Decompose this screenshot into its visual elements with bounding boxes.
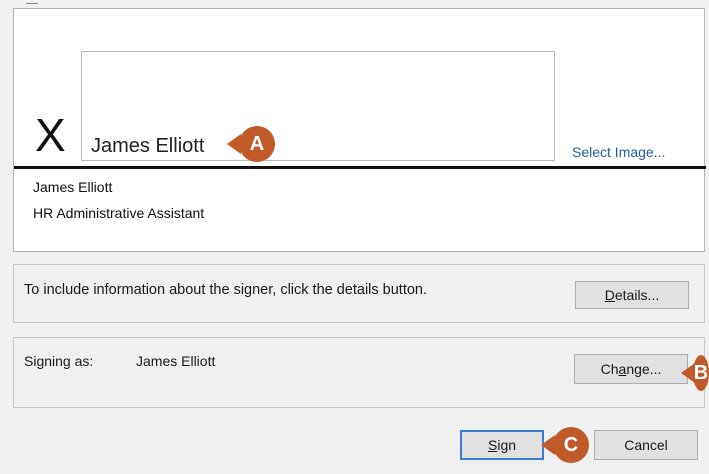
details-button[interactable]: Details... — [575, 281, 689, 309]
cancel-button-label: Cancel — [624, 437, 668, 453]
callout-b: B — [681, 355, 709, 391]
callout-b-badge: B — [693, 355, 709, 391]
signer-details-group: To include information about the signer,… — [13, 264, 705, 323]
signing-as-label: Signing as: — [24, 353, 94, 369]
callout-c-badge: C — [553, 427, 589, 463]
signer-info-text: To include information about the signer,… — [24, 282, 428, 298]
signature-x-mark: X — [35, 109, 66, 161]
change-button-label: Change... — [600, 361, 662, 377]
signature-panel: X Select Image... James Elliott HR Admin… — [13, 8, 706, 252]
dialog-top-fragment — [26, 0, 38, 4]
signer-title: HR Administrative Assistant — [33, 205, 205, 221]
signing-as-group: Signing as: James Elliott Change... — [13, 337, 705, 408]
cancel-button[interactable]: Cancel — [594, 430, 698, 460]
signature-line — [14, 166, 706, 169]
callout-c: C — [541, 427, 589, 463]
change-button[interactable]: Change... — [574, 354, 688, 384]
sign-button-label: Sign — [487, 437, 517, 453]
callout-a-badge: A — [239, 126, 275, 162]
callout-a: A — [227, 126, 275, 162]
sign-dialog: X Select Image... James Elliott HR Admin… — [0, 0, 709, 474]
signing-as-name: James Elliott — [136, 353, 216, 369]
signer-name: James Elliott — [33, 179, 113, 195]
sign-button[interactable]: Sign — [460, 430, 544, 460]
details-button-label: Details... — [604, 287, 660, 303]
select-image-link[interactable]: Select Image... — [572, 144, 665, 160]
